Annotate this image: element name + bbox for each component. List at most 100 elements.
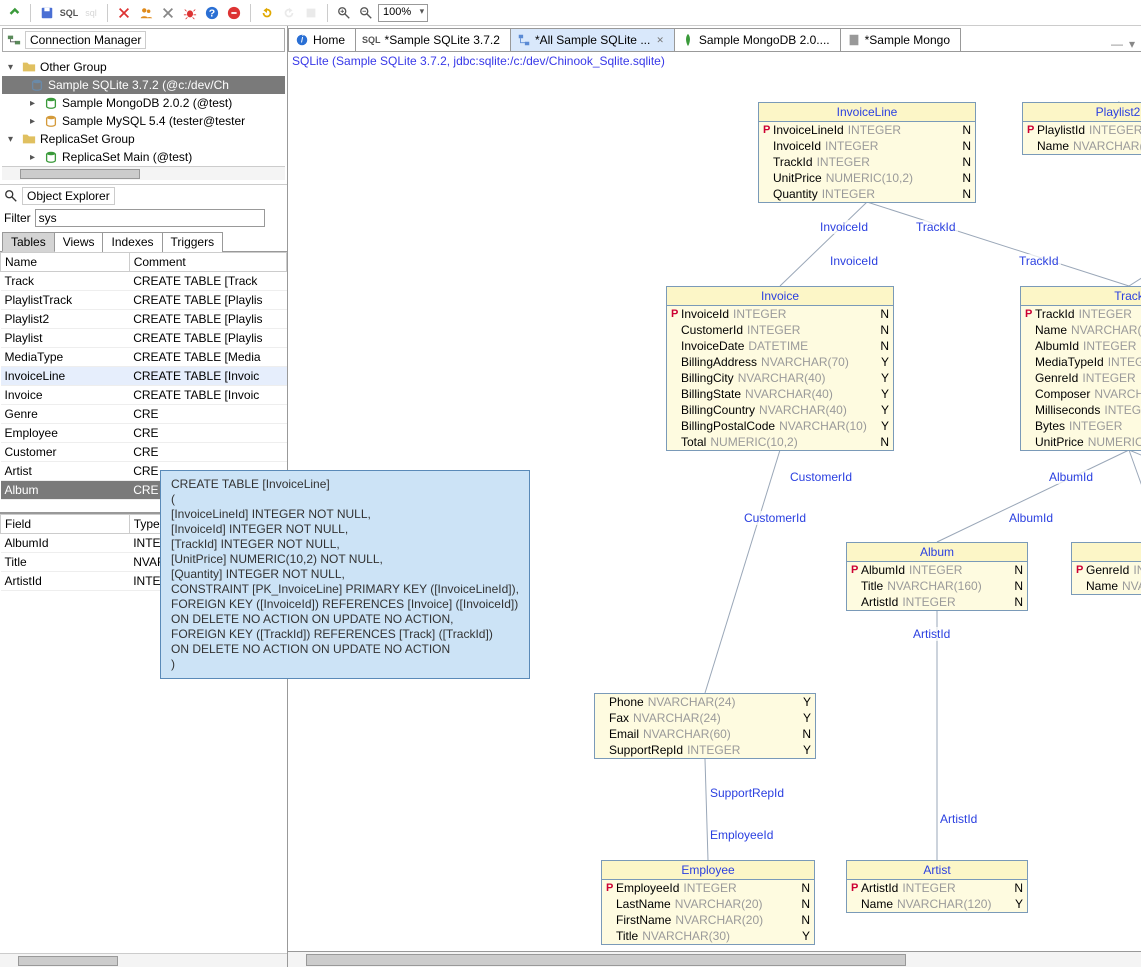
obj-tab-indexes[interactable]: Indexes	[102, 232, 162, 252]
connection-manager-title: Connection Manager	[25, 31, 146, 49]
entity-title: Invoice	[667, 287, 893, 306]
fields-hscroll[interactable]	[0, 953, 287, 967]
tree-group[interactable]: ▾ReplicaSet Group	[2, 130, 285, 148]
entity-title: Playlist2	[1023, 103, 1141, 122]
entity-column: PInvoiceLineIdINTEGERN	[759, 122, 975, 138]
cut-icon[interactable]	[114, 3, 134, 23]
entity-column: FirstNameNVARCHAR(20)N	[602, 912, 814, 928]
tools-icon[interactable]	[158, 3, 178, 23]
fk-label: ArtistId	[938, 812, 979, 826]
entity-column: EmailNVARCHAR(60)N	[595, 726, 815, 742]
editor-tab[interactable]: *All Sample SQLite ...✕	[510, 28, 675, 51]
zoom-combo[interactable]: 100%	[378, 4, 428, 22]
table-row[interactable]: GenreCRE	[1, 405, 287, 424]
entity-column: ComposerNVARCHAR(220)Y	[1021, 386, 1141, 402]
entity-column: NameNVARCHAR(120)Y	[1023, 138, 1141, 154]
bug-icon[interactable]	[180, 3, 200, 23]
sql-light-icon[interactable]: sql	[81, 3, 101, 23]
entity-column: PInvoiceIdINTEGERN	[667, 306, 893, 322]
entity-artist[interactable]: ArtistPArtistIdINTEGERNNameNVARCHAR(120)…	[846, 860, 1028, 913]
zoom-in-icon[interactable]	[334, 3, 354, 23]
filter-label: Filter	[4, 211, 31, 225]
close-icon[interactable]: ✕	[656, 35, 664, 46]
editor-tab[interactable]: *Sample Mongo	[840, 28, 961, 51]
obj-tab-views[interactable]: Views	[54, 232, 104, 252]
table-row[interactable]: TrackCREATE TABLE [Track	[1, 272, 287, 291]
stop-icon[interactable]	[224, 3, 244, 23]
entity-column: UnitPriceNUMERIC(10,2)N	[1021, 434, 1141, 450]
sql-tooltip: CREATE TABLE [InvoiceLine]([InvoiceLineI…	[160, 470, 530, 679]
entity-title: Track	[1021, 287, 1141, 306]
col-name[interactable]: Name	[1, 253, 130, 272]
table-row[interactable]: PlaylistTrackCREATE TABLE [Playlis	[1, 291, 287, 310]
tree-group[interactable]: ▾Other Group	[2, 58, 285, 76]
entity-column: SupportRepIdINTEGERY	[595, 742, 815, 758]
entity-column: BillingPostalCodeNVARCHAR(10)Y	[667, 418, 893, 434]
entity-column: NameNVARCHAR(200)N	[1021, 322, 1141, 338]
col-comment[interactable]: Comment	[129, 253, 286, 272]
table-row[interactable]: InvoiceLineCREATE TABLE [Invoic	[1, 367, 287, 386]
col-field[interactable]: Field	[1, 515, 130, 534]
users-icon[interactable]	[136, 3, 156, 23]
entity-employee[interactable]: EmployeePEmployeeIdINTEGERNLastNameNVARC…	[601, 860, 815, 945]
entity-column: UnitPriceNUMERIC(10,2)N	[759, 170, 975, 186]
fk-label: CustomerId	[742, 511, 808, 525]
connection-icon	[7, 33, 21, 47]
tab-list-icon[interactable]: ▾	[1129, 37, 1135, 51]
entity-invoiceline[interactable]: InvoiceLinePInvoiceLineIdINTEGERNInvoice…	[758, 102, 976, 203]
help-icon[interactable]: ?	[202, 3, 222, 23]
entity-column: PGenreIdINTEGERN	[1072, 562, 1141, 578]
magnifier-icon	[4, 189, 18, 203]
save-icon[interactable]	[37, 3, 57, 23]
fk-label: AlbumId	[1007, 511, 1055, 525]
entity-album[interactable]: AlbumPAlbumIdINTEGERNTitleNVARCHAR(160)N…	[846, 542, 1028, 611]
entity-column: PPlaylistIdINTEGERN	[1023, 122, 1141, 138]
connect-icon[interactable]	[4, 3, 24, 23]
undo-icon[interactable]	[257, 3, 277, 23]
entity-customertail[interactable]: PhoneNVARCHAR(24)YFaxNVARCHAR(24)YEmailN…	[594, 693, 816, 759]
object-explorer-header: Object Explorer	[0, 185, 287, 207]
connection-string: SQLite (Sample SQLite 3.7.2, jdbc:sqlite…	[292, 54, 665, 68]
fk-label: EmployeeId	[708, 828, 775, 842]
editor-tabs: iHomeSQL*Sample SQLite 3.7.2*All Sample …	[288, 26, 1141, 52]
editor-tab[interactable]: Sample MongoDB 2.0....	[674, 28, 841, 51]
entity-column: CustomerIdINTEGERN	[667, 322, 893, 338]
tree-connection[interactable]: ▸Sample MySQL 5.4 (tester@tester	[2, 112, 285, 130]
obj-tab-tables[interactable]: Tables	[2, 232, 55, 252]
fk-label: AlbumId	[1047, 470, 1095, 484]
tree-connection[interactable]: Sample SQLite 3.7.2 (@c:/dev/Ch	[2, 76, 285, 94]
table-row[interactable]: CustomerCRE	[1, 443, 287, 462]
entity-track[interactable]: TrackPTrackIdINTEGERNNameNVARCHAR(200)NA…	[1020, 286, 1141, 451]
table-row[interactable]: PlaylistCREATE TABLE [Playlis	[1, 329, 287, 348]
tab-min-icon[interactable]: —	[1111, 37, 1123, 51]
tree-hscroll[interactable]	[2, 166, 285, 180]
table-row[interactable]: EmployeeCRE	[1, 424, 287, 443]
tree-connection[interactable]: ▸ReplicaSet Main (@test)	[2, 148, 285, 166]
table-row[interactable]: MediaTypeCREATE TABLE [Media	[1, 348, 287, 367]
entity-invoice[interactable]: InvoicePInvoiceIdINTEGERNCustomerIdINTEG…	[666, 286, 894, 451]
canvas-hscroll[interactable]	[288, 951, 1141, 967]
entity-playlist2[interactable]: Playlist2PPlaylistIdINTEGERNNameNVARCHAR…	[1022, 102, 1141, 155]
fk-label: InvoiceId	[818, 220, 870, 234]
redo-icon[interactable]	[279, 3, 299, 23]
entity-column: QuantityINTEGERN	[759, 186, 975, 202]
sql-icon[interactable]: SQL	[59, 3, 79, 23]
editor-tab[interactable]: SQL*Sample SQLite 3.7.2	[355, 28, 511, 51]
table-row[interactable]: Playlist2CREATE TABLE [Playlis	[1, 310, 287, 329]
entity-column: PEmployeeIdINTEGERN	[602, 880, 814, 896]
editor-tab[interactable]: iHome	[288, 28, 356, 51]
entity-column: PTrackIdINTEGERN	[1021, 306, 1141, 322]
entity-genre[interactable]: GenrePGenreIdINTEGERNNameNVARCHAR(120)Y	[1071, 542, 1141, 595]
object-explorer-title: Object Explorer	[22, 187, 115, 205]
zoom-out-icon[interactable]	[356, 3, 376, 23]
entity-column: PArtistIdINTEGERN	[847, 880, 1027, 896]
entity-column: TotalNUMERIC(10,2)N	[667, 434, 893, 450]
entity-column: LastNameNVARCHAR(20)N	[602, 896, 814, 912]
svg-text:?: ?	[209, 7, 215, 19]
entity-column: ArtistIdINTEGERN	[847, 594, 1027, 610]
tree-connection[interactable]: ▸Sample MongoDB 2.0.2 (@test)	[2, 94, 285, 112]
table-row[interactable]: InvoiceCREATE TABLE [Invoic	[1, 386, 287, 405]
filter-input[interactable]	[35, 209, 265, 227]
entity-title: Album	[847, 543, 1027, 562]
obj-tab-triggers[interactable]: Triggers	[162, 232, 224, 252]
